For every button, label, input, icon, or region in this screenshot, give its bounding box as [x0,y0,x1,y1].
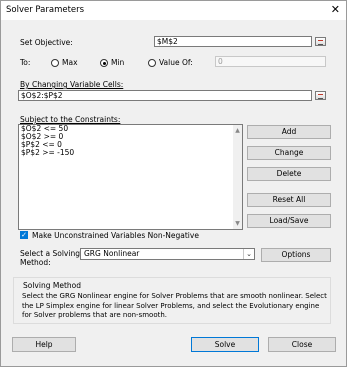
list-item[interactable]: $P$2 >= -150 [19,149,242,157]
options-button[interactable]: Options [261,248,331,262]
add-button[interactable]: Add [247,125,331,139]
help-button[interactable]: Help [12,337,76,352]
solver-parameters-dialog: Solver Parameters ✕ Set Objective: $M$2 … [0,0,347,367]
solving-method-title: Solving Method [23,281,81,290]
set-objective-label: Set Objective: [20,38,73,47]
changing-cells-label: By Changing Variable Cells: [20,80,124,89]
constraints-list[interactable]: $O$2 <= 50 $O$2 >= 0 $P$2 <= 0 $P$2 >= -… [18,124,243,230]
reset-all-button[interactable]: Reset All [247,193,331,207]
changing-cells-field[interactable]: $O$2:$P$2 [18,90,312,101]
to-label: To: [20,58,31,67]
solving-method-value: GRG Nonlinear [84,249,140,258]
title-bar: Solver Parameters ✕ [1,1,346,20]
method-label-line2: Method: [20,258,51,267]
constraints-label: Subject to the Constraints: [20,115,121,124]
scroll-down-icon[interactable]: ▼ [234,220,241,227]
min-label: Min [111,58,125,67]
dropdown-arrow-icon[interactable]: ⌄ [243,249,254,259]
value-of-label: Value Of: [159,58,193,67]
range-select-icon[interactable] [315,91,326,100]
method-label-line1: Select a Solving [20,249,80,258]
delete-button[interactable]: Delete [247,167,331,181]
change-button[interactable]: Change [247,146,331,160]
solve-button[interactable]: Solve [191,337,259,352]
solving-method-select[interactable]: GRG Nonlinear ⌄ [80,248,255,260]
value-of-radio[interactable] [148,59,156,67]
checkmark-icon[interactable]: ✓ [20,231,28,239]
max-label: Max [62,58,78,67]
objective-field[interactable]: $M$2 [154,36,312,47]
max-radio[interactable] [51,59,59,67]
nonneg-label: Make Unconstrained Variables Non-Negativ… [32,231,199,240]
window-title: Solver Parameters [6,5,85,15]
solving-method-description: Select the GRG Nonlinear engine for Solv… [22,292,327,319]
constraints-scrollbar[interactable]: ▲ ▼ [233,125,242,229]
close-icon[interactable]: ✕ [331,4,340,15]
min-radio[interactable] [100,59,108,67]
range-select-icon[interactable] [315,37,326,46]
close-button[interactable]: Close [268,337,336,352]
scroll-up-icon[interactable]: ▲ [234,127,241,134]
value-of-field[interactable]: 0 [215,56,326,67]
load-save-button[interactable]: Load/Save [247,214,331,228]
